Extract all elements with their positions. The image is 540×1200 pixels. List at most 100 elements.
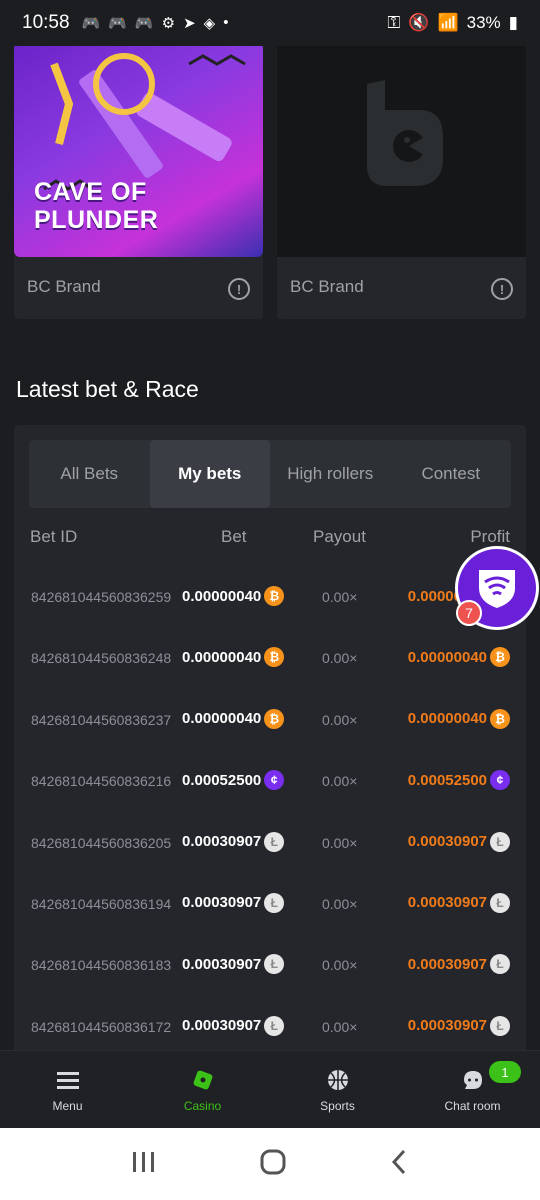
back-icon[interactable] [389,1148,409,1181]
litecoin-icon: Ł [490,892,510,913]
section-title: Latest bet & Race [16,376,199,402]
info-icon[interactable]: ! [491,278,513,300]
header-bet: Bet [221,527,247,546]
bet-amount: 0.00000040 ₿ [182,586,285,606]
nav-chat-room[interactable]: Chat room 1 [405,1051,540,1128]
game-icon: 🎮 [108,15,127,32]
header-profit: Profit [470,527,510,546]
litecoin-icon: Ł [264,954,285,975]
home-icon[interactable] [259,1148,287,1181]
bet-tabs: All Bets My bets High rollers Contest [29,440,511,508]
tab-my-bets[interactable]: My bets [149,440,270,508]
battery-text: 33% [466,13,501,32]
profit: 0.00030907 Ł [408,1015,510,1036]
game-card-cave-of-plunder[interactable]: CAVE OF PLUNDER BC Brand ! [14,44,263,319]
header-payout: Payout [313,527,366,546]
litecoin-icon: Ł [264,892,285,913]
status-bar: 10:58 🎮 🎮 🎮 ⚙ ➤ ◈ • ⚿ 🔇 📶 33% ▮ [0,0,540,46]
litecoin-icon: Ł [490,954,510,975]
bitcoin-icon: ₿ [490,708,510,729]
nav-casino[interactable]: Casino [135,1051,270,1128]
payout: 0.00× [322,895,358,912]
status-time: 10:58 [22,12,70,33]
casino-icon [190,1067,216,1093]
bet-id: 842681044560836194 [31,895,172,912]
bet-id: 842681044560836237 [31,711,172,728]
system-nav-bar [0,1128,540,1200]
dot-icon: • [223,14,229,31]
info-icon[interactable]: ! [228,278,250,300]
card-brand: BC Brand [27,277,101,296]
nav-label: Casino [183,1098,222,1113]
payout: 0.00× [322,773,358,790]
bet-amount: 0.00030907 Ł [182,1015,285,1036]
battery-icon: ▮ [508,13,518,32]
payout: 0.00× [322,834,358,851]
nav-menu[interactable]: Menu [0,1051,135,1128]
game-thumbnail [277,44,526,257]
telegram-icon: ➤ [183,15,196,32]
table-row[interactable]: 842681044560836194 0.00030907 Ł 0.00× 0.0… [14,878,526,939]
bcd-coin-icon: ¢ [490,770,510,791]
bet-id: 842681044560836259 [31,589,172,605]
tab-contest[interactable]: Contest [391,440,512,508]
bitcoin-icon: ₿ [264,647,285,668]
nav-label: Chat room [444,1098,501,1113]
card-brand: BC Brand [290,277,364,296]
bets-table-body: 842681044560836259 0.00000040 ₿ 0.00× 0.0… [14,571,526,1062]
table-row[interactable]: 842681044560836259 0.00000040 ₿ 0.00× 0.0… [14,571,526,632]
game-card-bc[interactable]: BC Brand ! [277,44,526,319]
bitcoin-icon: ₿ [264,708,285,729]
profit: 0.00052500 ¢ [408,770,510,791]
bet-id: 842681044560836183 [31,957,172,974]
bcd-coin-icon: ¢ [264,770,285,791]
table-header: Bet ID Bet Payout Profit [30,527,510,551]
recents-icon[interactable] [131,1150,157,1179]
latest-bets-panel: All Bets My bets High rollers Contest Be… [14,425,526,1065]
litecoin-icon: Ł [264,1015,285,1036]
key-icon: ⚿ [387,13,401,32]
game-title: CAVE OF PLUNDER [34,178,159,234]
game-icon: 🎮 [134,15,154,32]
bet-id: 842681044560836205 [31,834,172,851]
bc-logo-icon [367,80,443,186]
sports-icon [325,1067,351,1093]
tab-high-rollers[interactable]: High rollers [270,440,391,508]
bet-amount: 0.00000040 ₿ [182,708,285,729]
bottom-nav: Menu Casino Sports Chat room 1 [0,1050,540,1128]
table-row[interactable]: 842681044560836248 0.00000040 ₿ 0.00× 0.0… [14,632,526,693]
profit: 0.00000040₿ [408,647,510,668]
payout: 0.00× [322,650,358,667]
payout: 0.00× [322,1018,358,1035]
litecoin-icon: Ł [490,831,510,852]
shield-wifi-icon [479,570,515,608]
payout: 0.00× [322,589,358,605]
bet-id: 842681044560836172 [31,1018,172,1035]
table-row[interactable]: 842681044560836205 0.00030907 Ł 0.00× 0.0… [14,817,526,878]
profit: 0.00030907 Ł [408,831,510,852]
game-cards: CAVE OF PLUNDER BC Brand ! BC Brand ! [14,44,526,319]
nav-sports[interactable]: Sports [270,1051,405,1128]
bet-amount: 0.00030907 Ł [182,831,285,852]
profit: 0.00030907 Ł [408,892,510,913]
game-icon: 🎮 [81,15,101,32]
bet-amount: 0.00030907 Ł [182,892,285,913]
table-row[interactable]: 842681044560836237 0.00000040 ₿ 0.00× 0.0… [14,694,526,755]
tab-all-bets[interactable]: All Bets [29,440,150,508]
profit: 0.00030907 Ł [408,954,510,975]
table-row[interactable]: 842681044560836183 0.00030907 Ł 0.00× 0.0… [14,939,526,1000]
bet-amount: 0.00030907 Ł [182,954,285,975]
bitcoin-icon: ₿ [264,586,285,606]
table-row[interactable]: 842681044560836216 0.00052500 ¢ 0.00× 0.0… [14,755,526,816]
nav-label: Menu [52,1098,83,1113]
menu-icon [55,1067,81,1093]
shield-icon: ◈ [203,15,216,32]
litecoin-icon: Ł [490,1015,510,1036]
bet-amount: 0.00052500 ¢ [182,770,285,791]
litecoin-icon: Ł [264,831,285,852]
payout: 0.00× [322,957,358,974]
notification-badge: 7 [456,600,482,626]
chat-icon [460,1067,486,1093]
game-thumbnail: CAVE OF PLUNDER [14,44,263,257]
wifi-icon: 📶 [437,13,459,32]
